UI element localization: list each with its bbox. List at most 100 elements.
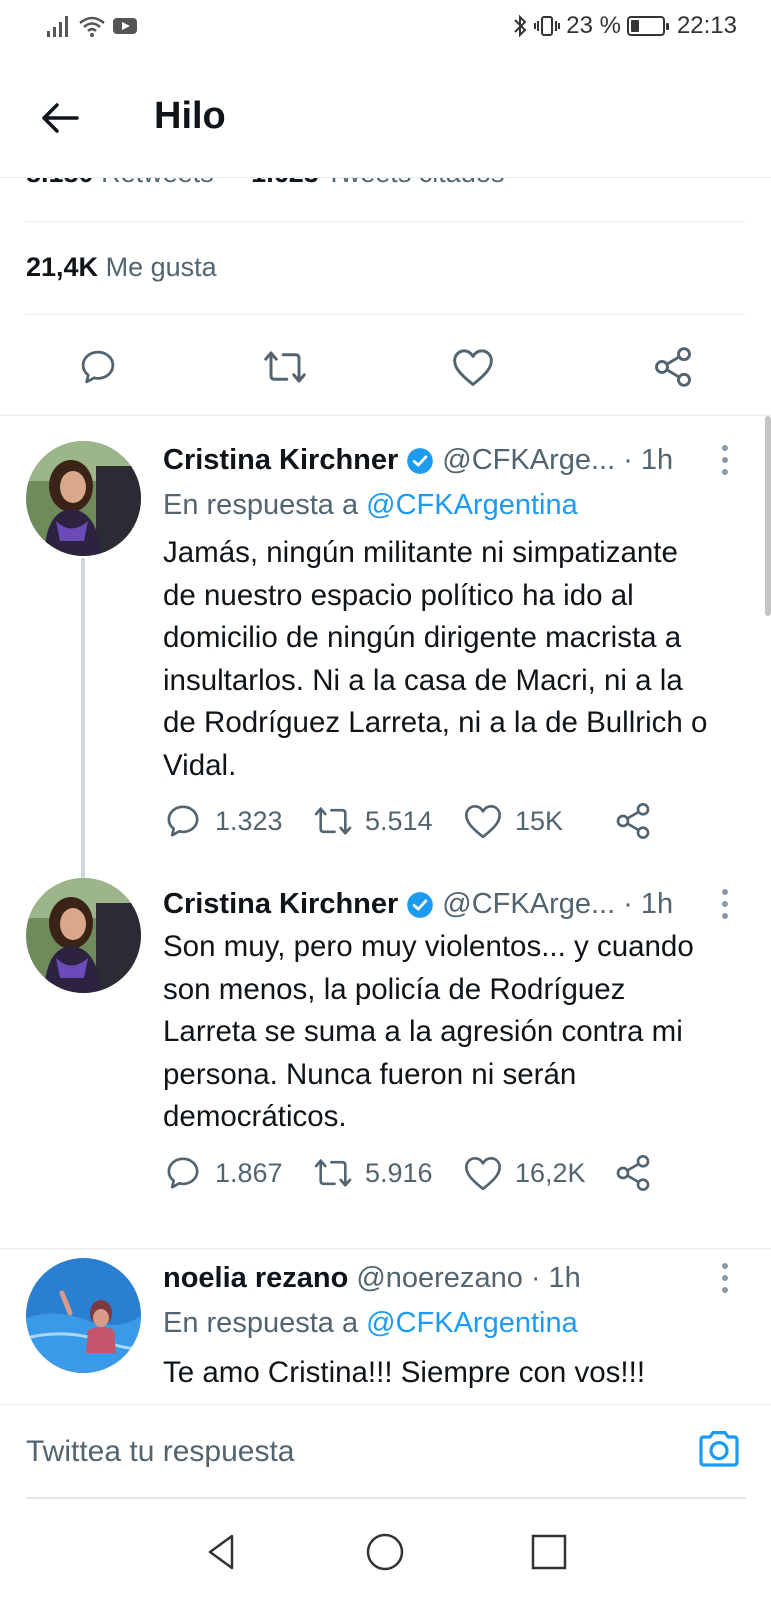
reply-button[interactable]: 1.323 xyxy=(163,801,313,841)
tweet-header: Cristina Kirchner @CFKArge... · 1h xyxy=(163,888,673,921)
wifi-icon xyxy=(79,16,105,37)
tweet-text: Son muy, pero muy violentos... y cuando … xyxy=(163,930,694,1133)
avatar[interactable] xyxy=(26,1258,141,1373)
nav-back-icon[interactable] xyxy=(200,1530,244,1574)
divider xyxy=(26,221,746,222)
nav-home-icon[interactable] xyxy=(363,1530,407,1574)
retweet-icon xyxy=(314,807,352,835)
tweet-actions: 1.867 5.916 16,2K xyxy=(163,1153,653,1193)
retweet-button[interactable]: 5.514 xyxy=(313,801,463,841)
system-nav-bar xyxy=(0,1500,771,1600)
thread-content[interactable]: 8.180 Retweets 1.623 Tweets citados 21,4… xyxy=(0,176,771,1404)
heart-icon xyxy=(453,349,493,386)
like-count: 15K xyxy=(515,805,564,836)
reply-composer: Twittea tu respuesta xyxy=(0,1404,771,1498)
status-bar: 23 % 22:13 xyxy=(0,0,771,58)
retweet-icon xyxy=(264,351,306,383)
share-icon xyxy=(655,347,691,387)
retweet-icon xyxy=(314,1159,352,1187)
tweet-header: Cristina Kirchner @CFKArge... · 1h xyxy=(163,444,673,477)
signal-icon xyxy=(47,16,68,37)
vibrate-icon xyxy=(534,16,561,36)
more-options-icon[interactable] xyxy=(715,1260,735,1296)
status-right: 23 % 22:13 xyxy=(512,12,737,40)
back-button[interactable] xyxy=(36,94,84,142)
tweet-time: · 1h xyxy=(623,444,674,476)
tweet[interactable]: Cristina Kirchner @CFKArge... · 1h En re… xyxy=(0,416,771,886)
more-options-icon[interactable] xyxy=(715,886,735,922)
tweet-text: Te amo Cristina!!! Siempre con vos!!! xyxy=(163,1356,646,1389)
author-handle: @CFKArge... xyxy=(442,888,616,920)
thread-line xyxy=(81,558,85,886)
profile-photo xyxy=(26,878,141,993)
camera-icon xyxy=(699,1431,739,1467)
reply-icon xyxy=(167,1157,199,1189)
tweet-time: · 1h xyxy=(623,888,674,920)
nav-recents-icon[interactable] xyxy=(527,1530,571,1574)
tweet[interactable]: Cristina Kirchner @CFKArge... · 1h Son m… xyxy=(0,876,771,1226)
avatar[interactable] xyxy=(26,441,141,556)
page-title: Hilo xyxy=(154,95,226,137)
bluetooth-icon xyxy=(514,14,527,38)
reply-context: En respuesta a @CFKArgentina xyxy=(163,489,578,522)
tweet-time: · 1h xyxy=(530,1262,581,1294)
reply-button[interactable] xyxy=(73,342,123,392)
reply-icon xyxy=(81,350,115,384)
youtube-icon xyxy=(113,18,137,34)
status-left xyxy=(46,14,138,38)
avatar[interactable] xyxy=(26,878,141,993)
verified-badge-icon xyxy=(407,447,434,474)
like-button[interactable]: 15K xyxy=(463,801,613,841)
like-button[interactable]: 16,2K xyxy=(463,1153,613,1193)
retweet-button[interactable] xyxy=(260,342,310,392)
like-count: 16,2K xyxy=(515,1157,586,1188)
top-app-bar: Hilo xyxy=(0,58,771,178)
reply-button[interactable]: 1.867 xyxy=(163,1153,313,1193)
arrow-left-icon xyxy=(42,103,79,133)
tweet[interactable]: noelia rezano @noerezano · 1h En respues… xyxy=(0,1250,771,1404)
retweet-count: 5.916 xyxy=(365,1157,433,1188)
author-name[interactable]: Cristina Kirchner xyxy=(163,888,398,921)
likes-stats-row[interactable]: 21,4K Me gusta xyxy=(26,252,746,283)
retweet-button[interactable]: 5.916 xyxy=(313,1153,463,1193)
share-button[interactable] xyxy=(648,342,698,392)
tweet-text: Jamás, ningún militante ni simpatizante … xyxy=(163,536,708,782)
reply-mention-link[interactable]: @CFKArgentina xyxy=(366,1307,578,1339)
scrollbar-thumb[interactable] xyxy=(765,416,771,616)
likes-label: Me gusta xyxy=(105,252,217,282)
reply-count: 1.867 xyxy=(215,1157,283,1188)
divider xyxy=(26,314,746,315)
status-time: 22:13 xyxy=(676,12,737,39)
author-handle: @noerezano xyxy=(356,1262,523,1294)
battery-percent: 23 % xyxy=(566,12,621,39)
tweet-header: noelia rezano @noerezano · 1h xyxy=(163,1262,581,1295)
battery-level xyxy=(630,20,639,32)
retweet-count: 5.514 xyxy=(365,805,433,836)
heart-icon xyxy=(465,1157,501,1191)
share-icon xyxy=(616,1155,650,1191)
profile-photo xyxy=(26,441,141,556)
like-button[interactable] xyxy=(448,342,498,392)
reply-prefix: En respuesta a xyxy=(163,1307,359,1339)
reply-input[interactable]: Twittea tu respuesta xyxy=(26,1435,294,1469)
reply-icon xyxy=(167,805,199,837)
reply-mention-link[interactable]: @CFKArgentina xyxy=(366,489,578,521)
author-name[interactable]: noelia rezano xyxy=(163,1262,348,1295)
reply-count: 1.323 xyxy=(215,805,283,836)
share-icon xyxy=(616,803,650,839)
more-options-icon[interactable] xyxy=(715,442,735,478)
reply-context: En respuesta a @CFKArgentina xyxy=(163,1307,578,1340)
profile-photo xyxy=(26,1258,141,1373)
author-name[interactable]: Cristina Kirchner xyxy=(163,444,398,477)
verified-badge-icon xyxy=(407,891,434,918)
author-handle: @CFKArge... xyxy=(442,444,616,476)
heart-icon xyxy=(465,804,501,839)
reply-underline xyxy=(26,1497,746,1499)
camera-button[interactable] xyxy=(695,1425,743,1473)
reply-prefix: En respuesta a xyxy=(163,489,359,521)
tweet-actions: 1.323 5.514 15K xyxy=(163,801,653,841)
battery-icon xyxy=(626,16,669,36)
likes-count: 21,4K xyxy=(26,252,99,282)
share-button[interactable] xyxy=(613,801,653,841)
share-button[interactable] xyxy=(613,1153,653,1193)
